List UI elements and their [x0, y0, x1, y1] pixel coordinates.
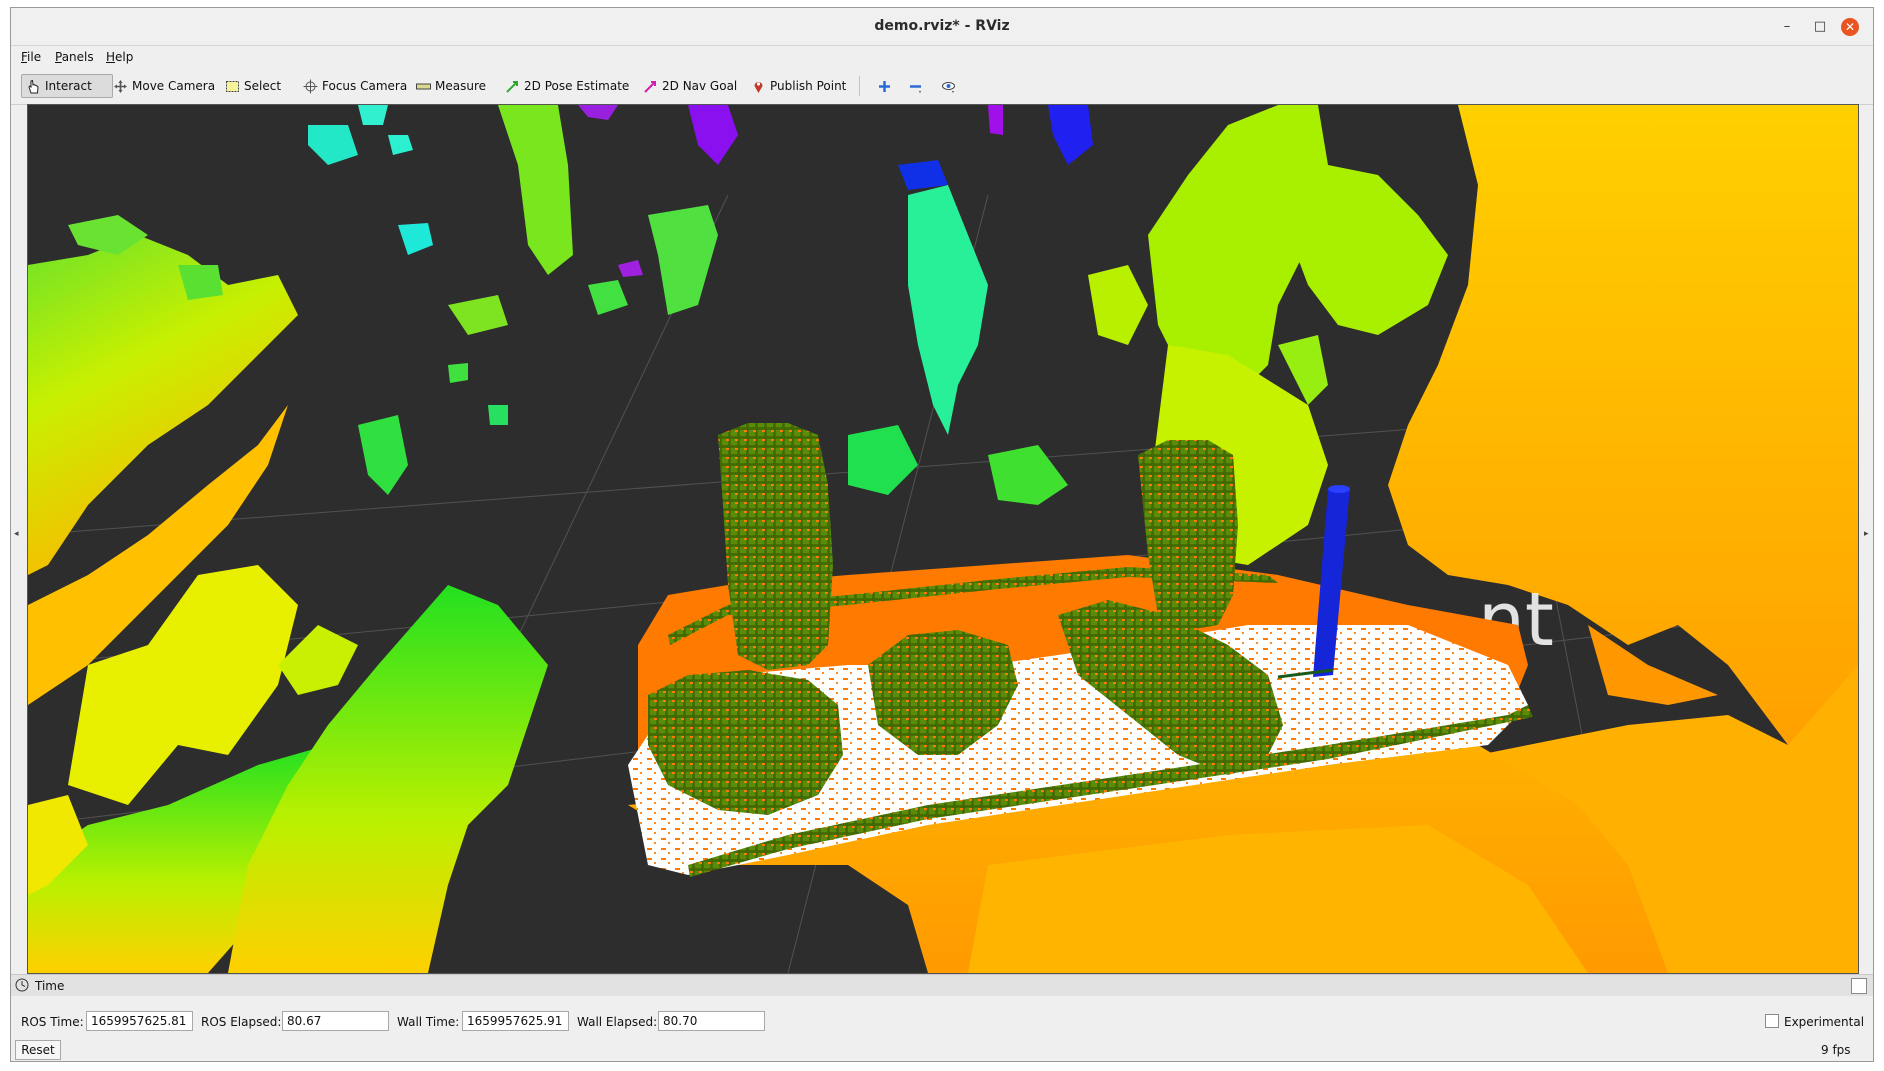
tool-properties-button[interactable] — [937, 74, 964, 98]
close-button[interactable]: ✕ — [1841, 18, 1859, 36]
panel-float-button[interactable] — [1851, 978, 1867, 994]
rviz-window: demo.rviz* - RViz – □ ✕ File Panels Help… — [10, 7, 1874, 1062]
wall-elapsed-field[interactable] — [658, 1011, 765, 1031]
time-panel-title: Time — [35, 979, 65, 993]
clock-icon — [15, 978, 29, 995]
selection-box-icon — [225, 79, 240, 94]
right-panel-toggle-icon[interactable]: ▸ — [1864, 528, 1872, 540]
point-cloud-scene: nt — [28, 105, 1858, 973]
ros-elapsed-label: ROS Elapsed: — [201, 1015, 282, 1029]
toolbar-separator — [859, 76, 860, 96]
reset-button[interactable]: Reset — [15, 1040, 61, 1060]
wall-time-field[interactable] — [462, 1011, 569, 1031]
ros-time-label: ROS Time: — [21, 1015, 84, 1029]
minus-icon — [908, 79, 923, 94]
tool-bar: Interact Move Camera Select Focus Camera… — [11, 68, 1873, 105]
menu-panels[interactable]: Panels — [55, 50, 94, 64]
ruler-icon — [416, 79, 431, 94]
left-panel-toggle-icon[interactable]: ◂ — [14, 528, 22, 540]
maximize-button[interactable]: □ — [1812, 19, 1828, 35]
window-title: demo.rviz* - RViz — [874, 18, 1010, 34]
focus-camera-tool-button[interactable]: Focus Camera — [299, 74, 411, 98]
menu-bar: File Panels Help — [11, 46, 1873, 68]
fps-readout: 9 fps — [1821, 1043, 1851, 1057]
remove-tool-button[interactable] — [904, 74, 931, 98]
minimize-button[interactable]: – — [1779, 19, 1795, 35]
center-top-cloud — [908, 185, 988, 435]
menu-help[interactable]: Help — [106, 50, 133, 64]
experimental-label: Experimental — [1784, 1015, 1865, 1029]
hand-pointer-icon — [26, 79, 41, 94]
plus-icon — [877, 79, 892, 94]
eye-icon — [941, 79, 956, 94]
time-panel: ROS Time: ROS Elapsed: Wall Time: Wall E… — [11, 996, 1873, 1061]
pose-estimate-tool-button[interactable]: 2D Pose Estimate — [501, 74, 633, 98]
experimental-checkbox[interactable] — [1765, 1014, 1779, 1028]
select-tool-button[interactable]: Select — [221, 74, 285, 98]
green-arrow-icon — [505, 79, 520, 94]
title-bar: demo.rviz* - RViz – □ ✕ — [11, 8, 1873, 46]
menu-file[interactable]: File — [21, 50, 41, 64]
move-arrows-icon — [113, 79, 128, 94]
ros-time-field[interactable] — [86, 1011, 193, 1031]
wall-elapsed-label: Wall Elapsed: — [577, 1015, 658, 1029]
wall-time-label: Wall Time: — [397, 1015, 460, 1029]
crosshair-icon — [303, 79, 318, 94]
magenta-arrow-icon — [643, 79, 658, 94]
nav-goal-tool-button[interactable]: 2D Nav Goal — [639, 74, 741, 98]
time-panel-header: Time — [11, 974, 1873, 998]
measure-tool-button[interactable]: Measure — [412, 74, 490, 98]
map-pin-icon — [751, 79, 766, 94]
move-camera-tool-button[interactable]: Move Camera — [109, 74, 219, 98]
ros-elapsed-field[interactable] — [282, 1011, 389, 1031]
publish-point-tool-button[interactable]: Publish Point — [747, 74, 850, 98]
add-tool-button[interactable] — [873, 74, 900, 98]
voxel-cylinder-left — [718, 423, 833, 670]
render-viewport[interactable]: nt — [27, 104, 1859, 974]
interact-tool-button[interactable]: Interact — [21, 74, 113, 98]
